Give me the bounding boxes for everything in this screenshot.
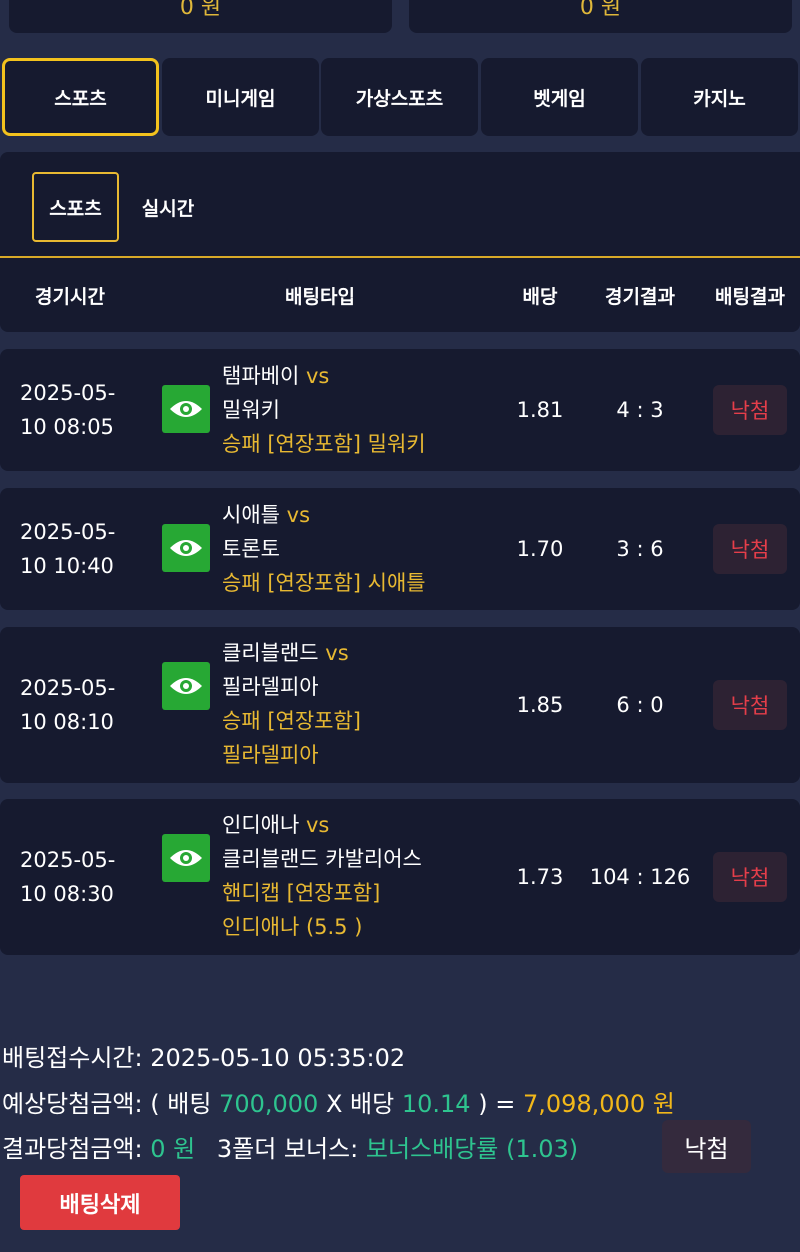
vs-label: vs <box>305 364 330 388</box>
tab-betgame[interactable]: 벳게임 <box>481 58 638 136</box>
bet-label: 배팅 <box>167 1090 212 1118</box>
delete-bet-button[interactable]: 배팅삭제 <box>20 1175 180 1230</box>
paren-open: ( <box>150 1090 160 1118</box>
main-tabs: 스포츠 미니게임 가상스포츠 벳게임 카지노 <box>0 58 800 136</box>
times-sign: X <box>325 1090 343 1118</box>
subtab-live[interactable]: 실시간 <box>128 172 208 242</box>
bonus-value: 보너스배당률 (1.03) <box>365 1135 579 1163</box>
tab-sports[interactable]: 스포츠 <box>2 58 159 136</box>
tab-virtual-sports[interactable]: 가상스포츠 <box>321 58 478 136</box>
view-button[interactable] <box>162 385 210 433</box>
bet-pick: 필라델피아 <box>222 743 319 767</box>
left-amount-box: 0 원 <box>9 0 392 33</box>
eye-icon <box>170 540 202 556</box>
home-team: 인디애나 <box>222 813 300 837</box>
right-amount: 0 원 <box>579 0 622 20</box>
home-team: 시애틀 <box>222 503 280 527</box>
score-value: 4 : 3 <box>616 398 664 422</box>
header-odds: 배당 <box>522 285 558 308</box>
result-badge: 낙첨 <box>713 524 787 574</box>
game-date: 2025-05- <box>20 520 116 544</box>
header-game-result: 경기결과 <box>605 285 675 308</box>
away-team: 토론토 <box>222 537 280 561</box>
receipt-label: 배팅접수시간: <box>2 1044 143 1072</box>
vs-label: vs <box>305 813 330 837</box>
view-button[interactable] <box>162 524 210 572</box>
subtab-panel: 스포츠 실시간 <box>0 152 800 258</box>
game-time: 2025-05- 10 10:40 <box>20 488 130 610</box>
game-clock: 10 08:30 <box>20 882 114 906</box>
bet-type: 탬파베이 vs 밀워키 승패 [연장포함] 밀워키 <box>222 359 426 461</box>
left-amount: 0 원 <box>179 0 222 20</box>
bet-type: 시애틀 vs 토론토 승패 [연장포함] 시애틀 <box>222 498 426 600</box>
result-badge: 낙첨 <box>713 385 787 435</box>
table-header: 경기시간 배팅타입 배당 경기결과 배팅결과 <box>0 258 800 332</box>
result-badge: 낙첨 <box>713 852 787 902</box>
score-value: 6 : 0 <box>616 693 664 717</box>
view-button[interactable] <box>162 662 210 710</box>
table-row: 2025-05- 10 08:30 인디애나 vs 클리블랜드 카발리어스 핸디캡… <box>0 799 800 955</box>
bonus-label: 3폴더 보너스: <box>216 1135 359 1163</box>
vs-label: vs <box>286 503 311 527</box>
receipt-time-line: 배팅접수시간: 2025-05-10 05:35:02 <box>2 1038 405 1073</box>
game-date: 2025-05- <box>20 381 116 405</box>
odds-value: 1.70 <box>516 537 564 561</box>
result-label: 결과당첨금액: <box>2 1135 143 1163</box>
receipt-time: 2025-05-10 05:35:02 <box>150 1044 406 1072</box>
table-row: 2025-05- 10 08:10 클리블랜드 vs 필라델피아 승패 [연장포함… <box>0 627 800 783</box>
home-team: 클리블랜드 <box>222 641 319 665</box>
header-bet-type: 배팅타입 <box>285 285 355 308</box>
header-game-time: 경기시간 <box>35 285 105 308</box>
game-time: 2025-05- 10 08:30 <box>20 799 130 955</box>
table-row: 2025-05- 10 10:40 시애틀 vs 토론토 승패 [연장포함] 시애… <box>0 488 800 610</box>
equals-sign: = <box>495 1090 516 1118</box>
game-date: 2025-05- <box>20 676 116 700</box>
bet-pick: 승패 [연장포함] 밀워키 <box>222 432 426 456</box>
bet-type: 클리블랜드 vs 필라델피아 승패 [연장포함] 필라델피아 <box>222 636 361 772</box>
result-amount: 0 원 <box>150 1135 196 1163</box>
eye-icon <box>170 850 202 866</box>
tab-casino[interactable]: 카지노 <box>641 58 798 136</box>
expected-win-line: 예상당첨금액: ( 배팅 700,000 X 배당 10.14 ) = 7,09… <box>2 1084 675 1119</box>
odds-value: 1.73 <box>516 865 564 889</box>
result-badge: 낙첨 <box>713 680 787 730</box>
vs-label: vs <box>325 641 349 665</box>
away-team: 필라델피아 <box>222 675 319 699</box>
view-button[interactable] <box>162 834 210 882</box>
header-bet-result: 배팅결과 <box>715 285 785 308</box>
home-team: 탬파베이 <box>222 364 300 388</box>
bet-amount: 700,000 <box>219 1090 319 1118</box>
expected-label: 예상당첨금액: <box>2 1090 143 1118</box>
bet-pick: 승패 [연장포함] 시애틀 <box>222 571 426 595</box>
bet-pick: 핸디캡 [연장포함] <box>222 881 381 905</box>
odds-value: 1.81 <box>516 398 564 422</box>
tab-minigame[interactable]: 미니게임 <box>162 58 319 136</box>
score-value: 104 : 126 <box>589 865 691 889</box>
paren-close: ) <box>478 1090 488 1118</box>
subtab-sports[interactable]: 스포츠 <box>32 172 119 242</box>
total-odds: 10.14 <box>401 1090 471 1118</box>
bet-type: 인디애나 vs 클리블랜드 카발리어스 핸디캡 [연장포함] 인디애나 (5.5… <box>222 808 422 944</box>
odds-label: 배당 <box>350 1090 395 1118</box>
bet-pick: 승패 [연장포함] <box>222 709 361 733</box>
away-team: 밀워키 <box>222 398 280 422</box>
away-team: 클리블랜드 카발리어스 <box>222 847 422 871</box>
game-clock: 10 08:05 <box>20 415 114 439</box>
expected-amount: 7,098,000 원 <box>522 1090 675 1118</box>
game-date: 2025-05- <box>20 848 116 872</box>
game-clock: 10 08:10 <box>20 710 114 734</box>
game-time: 2025-05- 10 08:05 <box>20 349 130 471</box>
eye-icon <box>170 401 202 417</box>
result-win-line: 결과당첨금액: 0 원 3폴더 보너스: 보너스배당률 (1.03) <box>2 1129 578 1164</box>
game-clock: 10 10:40 <box>20 554 114 578</box>
table-row: 2025-05- 10 08:05 탬파베이 vs 밀워키 승패 [연장포함] 밀… <box>0 349 800 471</box>
bet-pick: 인디애나 (5.5 ) <box>222 915 363 939</box>
odds-value: 1.85 <box>516 693 564 717</box>
score-value: 3 : 6 <box>616 537 664 561</box>
final-result-badge: 낙첨 <box>662 1120 751 1173</box>
game-time: 2025-05- 10 08:10 <box>20 627 130 783</box>
eye-icon <box>170 678 202 694</box>
right-amount-box: 0 원 <box>409 0 792 33</box>
